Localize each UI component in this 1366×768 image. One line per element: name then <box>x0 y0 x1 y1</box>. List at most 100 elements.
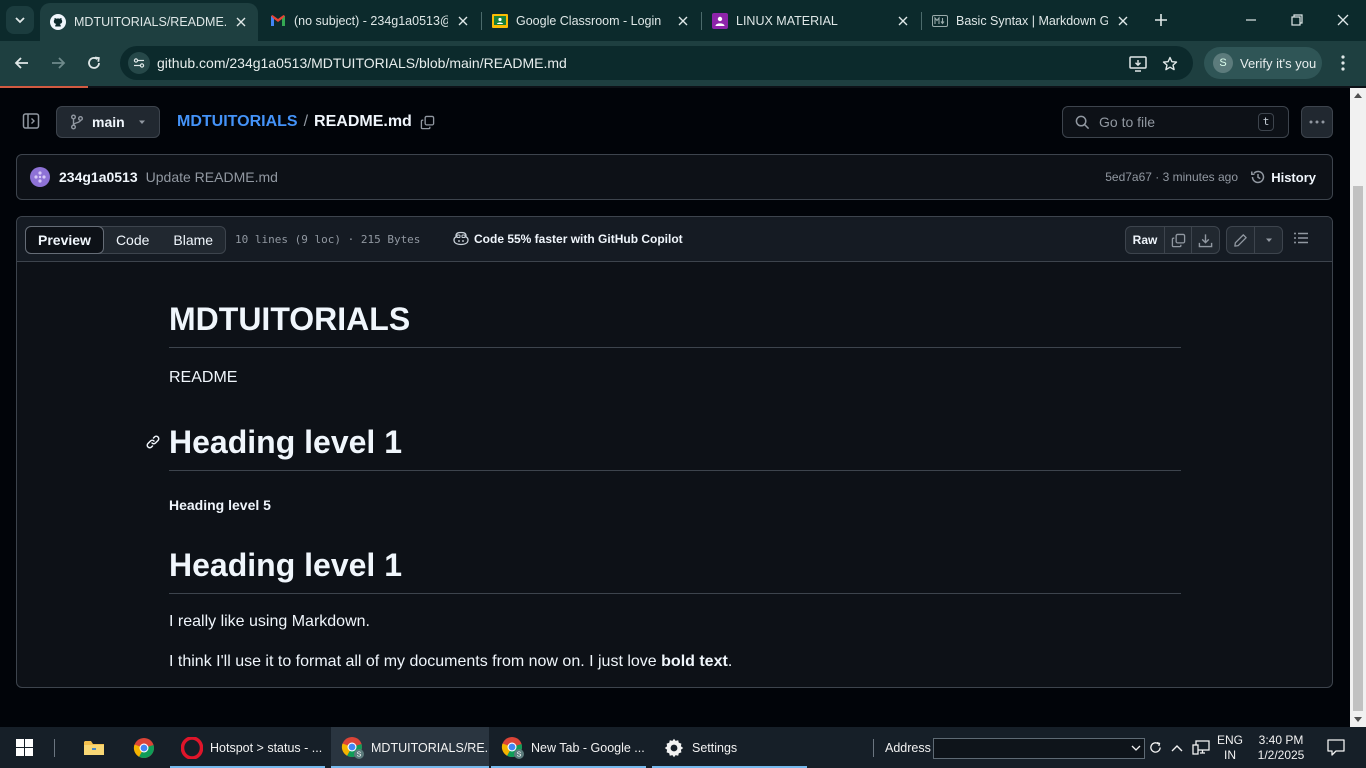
tab-search-button[interactable] <box>6 6 34 34</box>
chrome-icon <box>133 737 154 758</box>
forward-button[interactable] <box>44 49 72 77</box>
tab-blame[interactable]: Blame <box>161 227 225 253</box>
author-avatar[interactable] <box>30 167 50 187</box>
tab-title: (no subject) - 234g1a0513@ <box>294 13 448 28</box>
show-hidden-icons-button[interactable] <box>1167 727 1187 768</box>
address-dropdown-button[interactable] <box>1129 727 1143 768</box>
search-icon <box>1075 115 1090 129</box>
close-icon[interactable] <box>454 12 472 30</box>
browser-tab-strip: MDTUITORIALS/README.md (no subject) - 23… <box>0 0 1366 41</box>
tab-title: Google Classroom - Login <box>516 13 662 28</box>
commit-author-link[interactable]: 234g1a0513 <box>59 169 138 185</box>
file-tree-toggle-button[interactable] <box>22 112 42 132</box>
bookmark-star-icon[interactable] <box>1160 54 1180 74</box>
kebab-menu-icon <box>1341 55 1345 71</box>
close-icon[interactable] <box>232 13 250 31</box>
file-header: Preview Code Blame 10 lines (9 loc) · 21… <box>17 217 1332 262</box>
scroll-thumb[interactable] <box>1353 186 1363 711</box>
close-icon[interactable] <box>1114 12 1132 30</box>
browser-tab-linux-material[interactable]: LINUX MATERIAL <box>702 0 920 41</box>
scroll-up-icon[interactable] <box>1354 92 1362 100</box>
markdown-body: MDTUITORIALS README Heading level 1 Head… <box>146 263 1181 674</box>
notification-icon <box>1327 739 1345 756</box>
history-icon <box>1251 170 1265 184</box>
taskbar-item-settings[interactable]: Settings <box>652 727 807 768</box>
taskbar-label: MDTUITORIALS/RE... <box>371 740 489 755</box>
site-info-icon[interactable] <box>128 52 150 74</box>
close-icon[interactable] <box>674 12 692 30</box>
copy-path-button[interactable] <box>420 115 435 130</box>
history-button[interactable]: History <box>1250 169 1316 185</box>
address-bar[interactable]: github.com/234g1a0513/MDTUITORIALS/blob/… <box>120 46 1193 80</box>
paragraph-end: . <box>727 653 733 670</box>
address-go-button[interactable] <box>1146 727 1164 768</box>
tab-code[interactable]: Code <box>104 227 161 253</box>
heading-text: Heading level 1 <box>169 547 402 583</box>
url-text[interactable]: github.com/234g1a0513/MDTUITORIALS/blob/… <box>157 55 567 71</box>
branch-selector-button[interactable]: main <box>56 106 160 138</box>
file-stats: 10 lines (9 loc) · 215 Bytes <box>235 233 421 246</box>
identicon-icon <box>34 171 46 183</box>
page-scrollbar[interactable] <box>1350 88 1366 727</box>
copilot-promo-label: Code 55% faster with GitHub Copilot <box>474 231 683 246</box>
browser-toolbar: github.com/234g1a0513/MDTUITORIALS/blob/… <box>0 41 1366 86</box>
back-button[interactable] <box>8 49 36 77</box>
taskbar-item-new-tab-chrome[interactable]: S New Tab - Google ... <box>491 727 646 768</box>
address-toolbar-input[interactable] <box>933 738 1145 759</box>
markdown-icon <box>932 13 948 29</box>
go-to-file-input[interactable]: Go to file t <box>1062 106 1289 138</box>
network-status-button[interactable] <box>1189 727 1213 768</box>
notifications-button[interactable] <box>1318 727 1354 768</box>
language-code: ENG <box>1216 732 1243 747</box>
pencil-icon <box>1234 233 1247 247</box>
more-options-button[interactable] <box>1301 106 1333 138</box>
clock[interactable]: 3:40 PM 1/2/2025 <box>1250 727 1312 768</box>
start-button[interactable] <box>0 727 48 768</box>
breadcrumb-repo-link[interactable]: MDTUITORIALS <box>177 113 298 131</box>
commit-message-link[interactable]: Update README.md <box>146 169 278 185</box>
raw-button[interactable]: Raw <box>1126 227 1165 253</box>
input-language-indicator[interactable]: ENG IN <box>1214 727 1246 768</box>
heading-text: Heading level 1 <box>169 424 402 460</box>
reload-button[interactable] <box>80 49 108 77</box>
install-app-icon[interactable] <box>1128 54 1148 74</box>
new-tab-button[interactable] <box>1150 9 1172 31</box>
browser-tab-gmail[interactable]: (no subject) - 234g1a0513@ <box>260 0 480 41</box>
window-close-button[interactable] <box>1320 0 1366 40</box>
taskbar-item-github-chrome[interactable]: S MDTUITORIALS/RE... <box>331 727 489 768</box>
outline-toggle-button[interactable] <box>1293 230 1313 250</box>
scroll-down-icon[interactable] <box>1354 715 1362 723</box>
view-mode-segmented-control: Preview Code Blame <box>25 226 227 254</box>
paragraph-markdown-like: I really like using Markdown. <box>169 613 370 630</box>
edit-file-button[interactable] <box>1227 227 1255 253</box>
chrome-profile-icon: S <box>341 736 365 760</box>
readme-title: MDTUITORIALS <box>169 263 1181 348</box>
taskbar-label: Settings <box>692 740 738 755</box>
browser-tab-github[interactable]: MDTUITORIALS/README.md <box>40 3 258 41</box>
close-icon[interactable] <box>894 12 912 30</box>
clock-date: 1/2/2025 <box>1257 747 1305 762</box>
download-raw-button[interactable] <box>1192 227 1219 253</box>
browser-tab-classroom[interactable]: Google Classroom - Login <box>482 0 700 41</box>
taskbar-divider <box>54 727 56 768</box>
edit-options-dropdown[interactable] <box>1255 227 1282 253</box>
classroom-icon <box>492 13 508 29</box>
heading-anchor-link[interactable] <box>145 434 161 450</box>
copy-raw-button[interactable] <box>1165 227 1192 253</box>
minimize-button[interactable] <box>1228 0 1274 40</box>
browser-tab-markdown-guide[interactable]: Basic Syntax | Markdown Gu <box>922 0 1140 41</box>
browser-menu-button[interactable] <box>1333 53 1353 73</box>
chrome-pinned-button[interactable] <box>120 727 168 768</box>
restore-button[interactable] <box>1274 0 1320 40</box>
keyboard-shortcut-hint: t <box>1258 113 1274 131</box>
tab-preview[interactable]: Preview <box>25 226 104 254</box>
taskbar-item-hotspot[interactable]: Hotspot > status - ... <box>170 727 325 768</box>
breadcrumb-file-name: README.md <box>314 113 412 130</box>
verify-identity-button[interactable]: S Verify it's you <box>1204 47 1322 79</box>
file-explorer-button[interactable] <box>70 727 118 768</box>
commit-meta[interactable]: 5ed7a67 · 3 minutes ago <box>1105 170 1238 184</box>
copilot-promo-link[interactable]: Code 55% faster with GitHub Copilot <box>453 231 683 246</box>
taskbar-label: Hotspot > status - ... <box>210 740 323 755</box>
classroom-purple-icon <box>712 12 728 29</box>
chrome-profile-icon: S <box>501 736 525 760</box>
